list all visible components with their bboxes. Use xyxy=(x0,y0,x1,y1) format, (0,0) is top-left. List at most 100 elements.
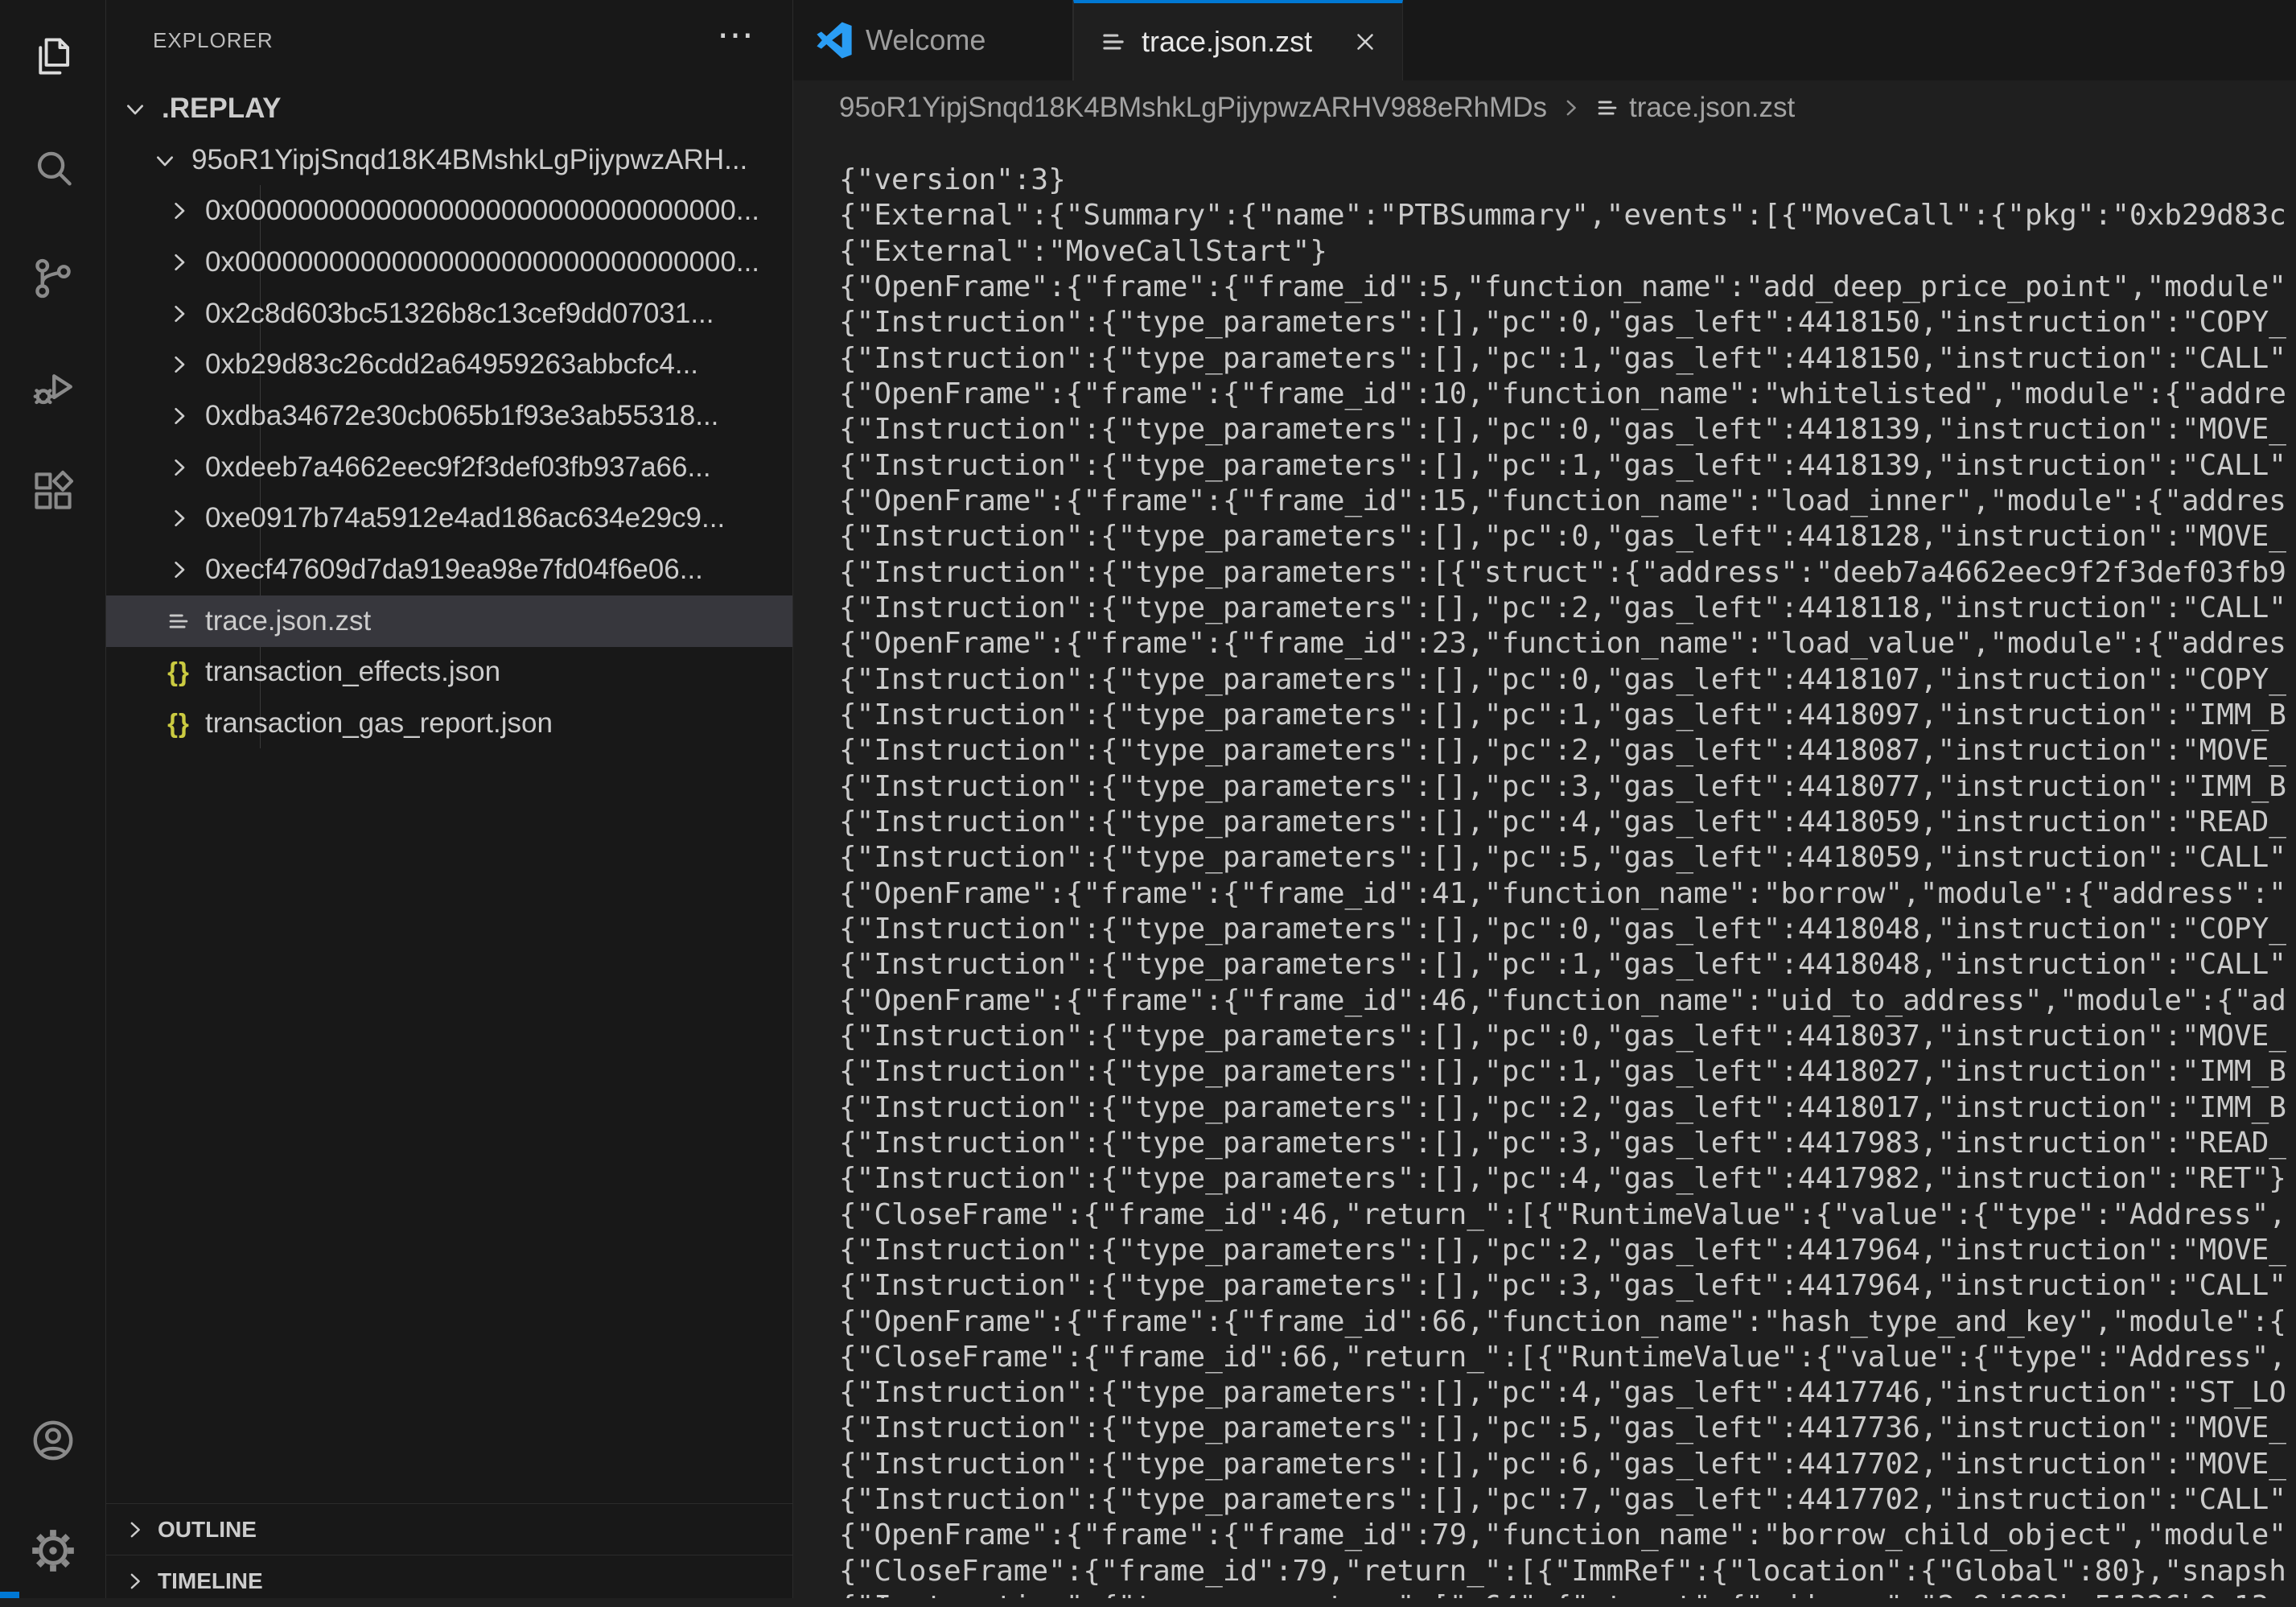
tree-item[interactable]: 0x00000000000000000000000000000000... xyxy=(106,237,792,288)
code-line: {"Instruction":{"type_parameters":[],"pc… xyxy=(839,733,2296,768)
tab-trace-json-zst[interactable]: trace.json.zst xyxy=(1073,0,1403,80)
tree-item[interactable]: 0xb29d83c26cdd2a64959263abbcfc4... xyxy=(106,339,792,390)
breadcrumb: 95oR1YipjSnqd18K4BMshkLgPijypwzARHV988eR… xyxy=(793,80,2296,135)
sidebar-header: EXPLORER ⋯ xyxy=(106,0,792,80)
code-line: {"CloseFrame":{"frame_id":66,"return_":[… xyxy=(839,1340,2296,1375)
code-line: {"Instruction":{"type_parameters":[],"pc… xyxy=(839,662,2296,698)
tree-item[interactable]: 0xdeeb7a4662eec9f2f3def03fb937a66... xyxy=(106,442,792,493)
code-line: {"OpenFrame":{"frame":{"frame_id":41,"fu… xyxy=(839,876,2296,912)
chevron-right-icon xyxy=(121,1516,148,1543)
file-tree: .REPLAY 95oR1YipjSnqd18K4BMshkLgPijypwzAR… xyxy=(106,83,792,749)
code-line: {"Instruction":{"type_parameters":[],"pc… xyxy=(839,1054,2296,1090)
source-control-icon[interactable] xyxy=(0,234,105,323)
chevron-right-icon xyxy=(164,504,193,533)
tree-item-label: .REPLAY xyxy=(162,93,281,125)
code-line: {"Instruction":{"type_parameters":[],"pc… xyxy=(839,1126,2296,1161)
code-line: {"Instruction":{"type_parameters":[],"pc… xyxy=(839,840,2296,876)
chevron-right-icon xyxy=(164,350,193,379)
breadcrumb-folder[interactable]: 95oR1YipjSnqd18K4BMshkLgPijypwzARHV988eR… xyxy=(839,92,1547,124)
code-line: {"Instruction":{"type_parameters":[],"pc… xyxy=(839,1411,2296,1446)
code-line: {"Instruction":{"type_parameters":[],"pc… xyxy=(839,412,2296,447)
tree-item[interactable]: {} transaction_effects.json xyxy=(106,647,792,698)
tab-welcome[interactable]: Welcome xyxy=(793,0,1073,80)
sidebar-section-outline[interactable]: OUTLINE xyxy=(106,1503,792,1555)
code-line: {"OpenFrame":{"frame":{"frame_id":79,"fu… xyxy=(839,1518,2296,1553)
editor-group: Welcome trace.json.zst 95oR1YipjSnqd18K4… xyxy=(793,0,2296,1598)
json-braces-icon: {} xyxy=(164,657,193,686)
tree-item-label: trace.json.zst xyxy=(205,605,371,637)
code-line: {"Instruction":{"type_parameters":[],"pc… xyxy=(839,1268,2296,1304)
chevron-right-icon xyxy=(164,299,193,328)
tree-item-label: 0xe0917b74a5912e4ad186ac634e29c9... xyxy=(205,502,725,534)
code-line: {"Instruction":{"type_parameters":[],"pc… xyxy=(839,305,2296,340)
close-icon[interactable] xyxy=(1348,24,1383,60)
json-braces-icon: {} xyxy=(164,709,193,738)
tree-item[interactable]: 95oR1YipjSnqd18K4BMshkLgPijypwzARH... xyxy=(106,134,792,186)
run-and-debug-icon[interactable] xyxy=(0,344,105,433)
chevron-right-icon xyxy=(164,196,193,225)
tree-item-label: 95oR1YipjSnqd18K4BMshkLgPijypwzARH... xyxy=(191,144,747,176)
sidebar-section-timeline[interactable]: TIMELINE xyxy=(106,1555,792,1607)
tree-item[interactable]: 0x2c8d603bc51326b8c13cef9dd07031... xyxy=(106,288,792,340)
code-lines: {"version":3}{"External":{"Summary":{"na… xyxy=(839,163,2296,1598)
tree-item[interactable]: {} transaction_gas_report.json xyxy=(106,698,792,749)
chevron-down-icon xyxy=(150,146,179,175)
code-line: {"Instruction":{"type_parameters":[],"pc… xyxy=(839,591,2296,626)
chevron-right-icon xyxy=(164,453,193,482)
tree-item[interactable]: 0xe0917b74a5912e4ad186ac634e29c9... xyxy=(106,493,792,545)
code-line: {"External":"MoveCallStart"} xyxy=(839,234,2296,270)
code-line: {"OpenFrame":{"frame":{"frame_id":5,"fun… xyxy=(839,270,2296,305)
chevron-down-icon xyxy=(121,94,150,123)
code-line: {"Instruction":{"type_parameters":[],"pc… xyxy=(839,698,2296,733)
code-line: {"Instruction":{"type_parameters":[{"str… xyxy=(839,555,2296,591)
tree-item-label: 0xdba34672e30cb065b1f93e3ab55318... xyxy=(205,400,718,432)
code-line: {"Instruction":{"type_parameters":[],"pc… xyxy=(839,1447,2296,1482)
sidebar-title: EXPLORER xyxy=(153,28,274,53)
section-label: OUTLINE xyxy=(158,1517,257,1543)
settings-gear-icon[interactable] xyxy=(0,1506,105,1595)
tab-label: Welcome xyxy=(866,23,985,57)
code-line: {"Instruction":{"type_parameters":[],"pc… xyxy=(839,1090,2296,1126)
tree-item[interactable]: 0xecf47609d7da919ea98e7fd04f6e06... xyxy=(106,544,792,595)
explorer-sidebar: EXPLORER ⋯ .REPLAY 95oR1YipjSnqd18K4BMshk… xyxy=(106,0,793,1598)
tree-item-label: transaction_gas_report.json xyxy=(205,707,553,740)
code-line: {"Instruction":{"type_parameters":[],"pc… xyxy=(839,1161,2296,1197)
activity-bar xyxy=(0,0,106,1598)
code-line: {"OpenFrame":{"frame":{"frame_id":10,"fu… xyxy=(839,377,2296,412)
editor-content[interactable]: {"version":3}{"External":{"Summary":{"na… xyxy=(793,135,2296,1598)
file-lines-icon xyxy=(1594,94,1621,122)
file-lines-icon xyxy=(1098,27,1129,57)
tree-item[interactable]: .REPLAY xyxy=(106,83,792,134)
code-line: {"OpenFrame":{"frame":{"frame_id":66,"fu… xyxy=(839,1304,2296,1340)
section-label: TIMELINE xyxy=(158,1568,263,1594)
code-line: {"CloseFrame":{"frame_id":79,"return_":[… xyxy=(839,1554,2296,1589)
code-line: {"OpenFrame":{"frame":{"frame_id":46,"fu… xyxy=(839,983,2296,1019)
remote-indicator-corner[interactable] xyxy=(0,1592,19,1598)
tree-item[interactable]: 0xdba34672e30cb065b1f93e3ab55318... xyxy=(106,390,792,442)
breadcrumb-file[interactable]: trace.json.zst xyxy=(1629,92,1795,124)
explorer-icon[interactable] xyxy=(0,12,105,101)
code-line: {"Instruction":{"type_parameters":[],"pc… xyxy=(839,1019,2296,1054)
code-line: {"Instruction":{"type_parameters":[],"pc… xyxy=(839,1375,2296,1411)
tree-item-label: transaction_effects.json xyxy=(205,656,500,688)
code-line: {"OpenFrame":{"frame":{"frame_id":15,"fu… xyxy=(839,484,2296,519)
code-line: {"CloseFrame":{"frame_id":46,"return_":[… xyxy=(839,1197,2296,1233)
chevron-right-icon xyxy=(164,555,193,584)
tree-item[interactable]: trace.json.zst xyxy=(106,595,792,647)
search-icon[interactable] xyxy=(0,124,105,212)
tree-item-label: 0x00000000000000000000000000000000... xyxy=(205,246,759,278)
more-actions-icon[interactable]: ⋯ xyxy=(717,6,754,63)
code-line: {"External":{"Summary":{"name":"PTBSumma… xyxy=(839,198,2296,233)
code-line: {"Instruction":{"type_parameters":[],"pc… xyxy=(839,805,2296,840)
account-icon[interactable] xyxy=(0,1396,105,1485)
extensions-icon[interactable] xyxy=(0,447,105,535)
chevron-right-icon xyxy=(164,402,193,431)
code-line: {"Instruction":{"type_parameters":[],"pc… xyxy=(839,448,2296,484)
code-line: {"Instruction":{"type_parameters":[],"pc… xyxy=(839,1482,2296,1518)
tree-item[interactable]: 0x00000000000000000000000000000000... xyxy=(106,185,792,237)
tree-item-label: 0xb29d83c26cdd2a64959263abbcfc4... xyxy=(205,348,698,381)
code-line: {"Instruction":{"type_parameters":[],"pc… xyxy=(839,519,2296,554)
code-line: {"Instruction":{"type_parameters":[],"pc… xyxy=(839,912,2296,947)
code-line: {"Instruction":{"type_parameters":[],"pc… xyxy=(839,947,2296,983)
tree-item-label: 0x00000000000000000000000000000000... xyxy=(205,195,759,227)
